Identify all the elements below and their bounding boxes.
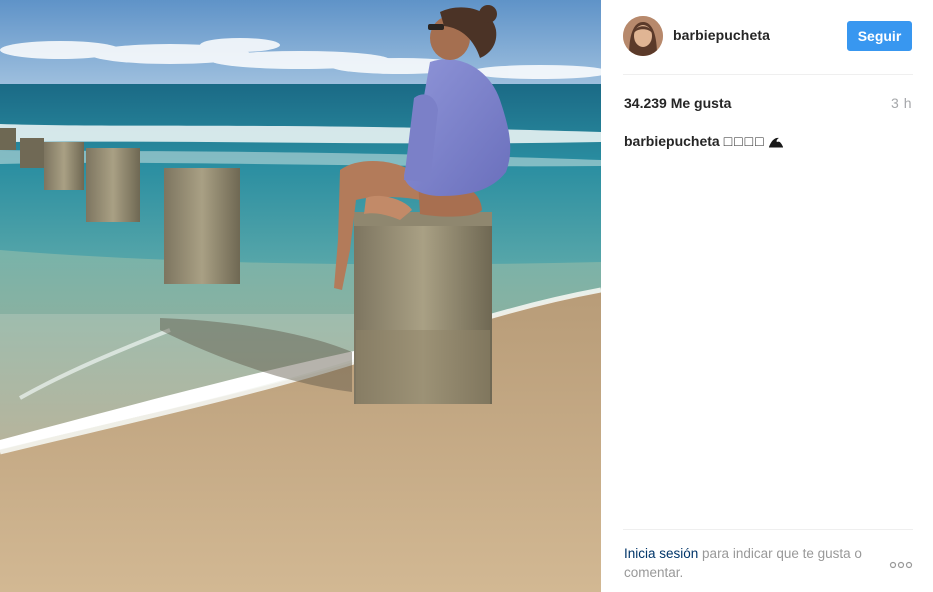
post-header: barbiepucheta Seguir bbox=[623, 14, 913, 58]
more-options-icon[interactable] bbox=[889, 558, 913, 570]
login-link[interactable]: Inicia sesión bbox=[624, 546, 698, 561]
avatar-image bbox=[623, 16, 663, 56]
instagram-post: barbiepucheta Seguir 34.239 Me gusta 3 h… bbox=[0, 0, 933, 592]
post-caption: barbiepucheta □□□□ bbox=[624, 133, 912, 151]
footer-divider bbox=[623, 529, 913, 530]
username[interactable]: barbiepucheta bbox=[673, 27, 770, 43]
post-time[interactable]: 3 h bbox=[891, 95, 912, 111]
caption-username[interactable]: barbiepucheta bbox=[624, 133, 720, 149]
wave-icon bbox=[768, 135, 784, 151]
beach-photo bbox=[0, 0, 601, 592]
follow-button[interactable]: Seguir bbox=[847, 21, 912, 51]
header-divider bbox=[623, 74, 913, 75]
caption-text: □□□□ bbox=[723, 133, 766, 149]
likes-count[interactable]: 34.239 Me gusta bbox=[624, 95, 731, 111]
post-photo[interactable] bbox=[0, 0, 601, 592]
likes-row: 34.239 Me gusta 3 h bbox=[624, 95, 912, 113]
post-sidebar: barbiepucheta Seguir 34.239 Me gusta 3 h… bbox=[601, 0, 933, 592]
login-prompt: Inicia sesión para indicar que te gusta … bbox=[624, 544, 884, 582]
avatar[interactable] bbox=[623, 16, 663, 56]
